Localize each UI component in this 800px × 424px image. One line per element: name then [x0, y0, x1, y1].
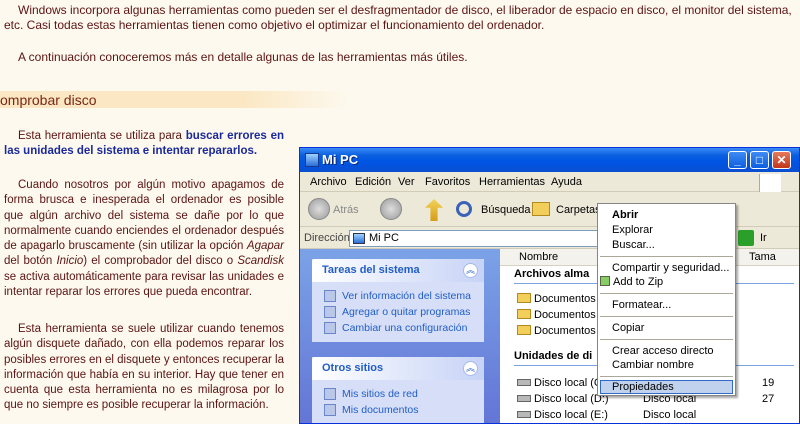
- menu-item-copiar[interactable]: Copiar: [612, 322, 644, 334]
- menu-archivo[interactable]: Archivo: [310, 176, 347, 188]
- menu-ver[interactable]: Ver: [398, 176, 415, 188]
- system-info-icon: [324, 290, 336, 302]
- address-value: Mi PC: [369, 232, 399, 244]
- menu-ayuda[interactable]: Ayuda: [551, 176, 582, 188]
- up-folder-icon[interactable]: [425, 199, 443, 221]
- window-title: Mi PC: [322, 152, 359, 167]
- task-change-setting[interactable]: Cambiar una configuración: [312, 320, 484, 336]
- menu-item-cambiar-nombre[interactable]: Cambiar nombre: [612, 359, 694, 371]
- documents-folder-icon: [324, 404, 336, 416]
- menu-item-propiedades[interactable]: Propiedades: [612, 381, 674, 393]
- computer-icon: [353, 233, 365, 244]
- zip-icon: [600, 276, 610, 286]
- paragraph-purpose: Esta herramienta se utiliza para buscar …: [4, 130, 284, 158]
- context-menu: Abrir Explorar Buscar... Compartir y seg…: [597, 203, 736, 396]
- menu-favoritos[interactable]: Favoritos: [425, 176, 470, 188]
- back-arrow-icon[interactable]: [308, 198, 330, 220]
- column-name[interactable]: Nombre: [519, 251, 558, 263]
- menu-bar: Archivo Edición Ver Favoritos Herramient…: [300, 172, 799, 192]
- intro-paragraph: Windows incorpora algunas herramientas c…: [4, 3, 792, 32]
- folder-icon: [517, 325, 531, 335]
- paragraph-floppy: Esta herramienta se suele utilizar cuand…: [4, 323, 284, 412]
- maximize-button[interactable]: □: [750, 151, 769, 169]
- task-pane: Tareas del sistema ︽ Ver información del…: [300, 249, 500, 423]
- menu-item-formatear[interactable]: Formatear...: [612, 299, 671, 311]
- title-bar[interactable]: Mi PC _ □ ✕: [300, 148, 799, 172]
- folder-icon: [517, 309, 531, 319]
- network-icon: [324, 388, 336, 400]
- menu-separator: [600, 256, 733, 257]
- intro-paragraph-2: A continuación conoceremos más en detall…: [18, 50, 468, 64]
- other-places-title: Otros sitios: [322, 362, 384, 374]
- place-network[interactable]: Mis sitios de red: [312, 386, 484, 402]
- menu-herramientas[interactable]: Herramientas: [479, 176, 545, 188]
- menu-item-abrir[interactable]: Abrir: [612, 209, 638, 221]
- group-stored-files: Archivos alma: [514, 268, 590, 280]
- system-tasks-panel: Tareas del sistema ︽ Ver información del…: [312, 259, 484, 342]
- windows-logo-icon: [759, 174, 781, 192]
- search-button[interactable]: Búsqueda: [481, 204, 531, 216]
- group-drives: Unidades de di: [514, 350, 593, 362]
- forward-arrow-icon[interactable]: [380, 198, 402, 220]
- back-button[interactable]: Atrás: [333, 204, 359, 216]
- menu-edicion[interactable]: Edición: [355, 176, 391, 188]
- system-tasks-title: Tareas del sistema: [322, 264, 420, 276]
- menu-item-crear-acceso[interactable]: Crear acceso directo: [612, 345, 714, 357]
- column-size[interactable]: Tama: [749, 251, 776, 263]
- menu-item-add-to-zip[interactable]: Add to Zip: [600, 276, 663, 288]
- collapse-chevron-icon[interactable]: ︽: [463, 361, 478, 376]
- menu-separator: [600, 339, 733, 340]
- go-button[interactable]: Ir: [760, 232, 767, 244]
- drive-c[interactable]: Disco local (C:): [517, 377, 609, 389]
- menu-separator: [600, 316, 733, 317]
- menu-item-explorar[interactable]: Explorar: [612, 224, 653, 236]
- paragraph-shutdown: Cuando nosotros por algún motivo apagamo…: [4, 179, 284, 299]
- menu-item-buscar[interactable]: Buscar...: [612, 239, 655, 251]
- section-title: omprobar disco: [0, 92, 97, 108]
- collapse-chevron-icon[interactable]: ︽: [463, 263, 478, 278]
- folders-icon[interactable]: [532, 202, 550, 216]
- task-view-system-info[interactable]: Ver información del sistema: [312, 288, 484, 304]
- task-add-remove-programs[interactable]: Agregar o quitar programas: [312, 304, 484, 320]
- drive-d[interactable]: Disco local (D:): [517, 393, 609, 405]
- drive-size: 19: [762, 377, 775, 389]
- programs-icon: [324, 306, 336, 318]
- menu-separator: [600, 293, 733, 294]
- go-arrow-icon[interactable]: [738, 230, 754, 246]
- other-places-panel: Otros sitios ︽ Mis sitios de red Mis doc…: [312, 357, 484, 423]
- drive-size: 27: [762, 393, 775, 405]
- place-documents[interactable]: Mis documentos: [312, 402, 484, 418]
- search-icon[interactable]: [456, 201, 472, 217]
- folder-icon: [517, 293, 531, 303]
- folders-button[interactable]: Carpetas: [556, 204, 601, 216]
- minimize-button[interactable]: _: [728, 151, 747, 169]
- close-button[interactable]: ✕: [772, 151, 791, 169]
- menu-separator: [600, 376, 733, 377]
- hard-drive-icon: [517, 411, 531, 418]
- hard-drive-icon: [517, 395, 531, 402]
- control-panel-icon: [324, 322, 336, 334]
- drive-e[interactable]: Disco local (E:): [517, 409, 608, 421]
- hard-drive-icon: [517, 379, 531, 386]
- menu-item-compartir[interactable]: Compartir y seguridad...: [612, 262, 729, 274]
- computer-icon: [305, 153, 319, 167]
- address-label: Dirección: [304, 232, 350, 244]
- drive-type: Disco local: [643, 409, 697, 421]
